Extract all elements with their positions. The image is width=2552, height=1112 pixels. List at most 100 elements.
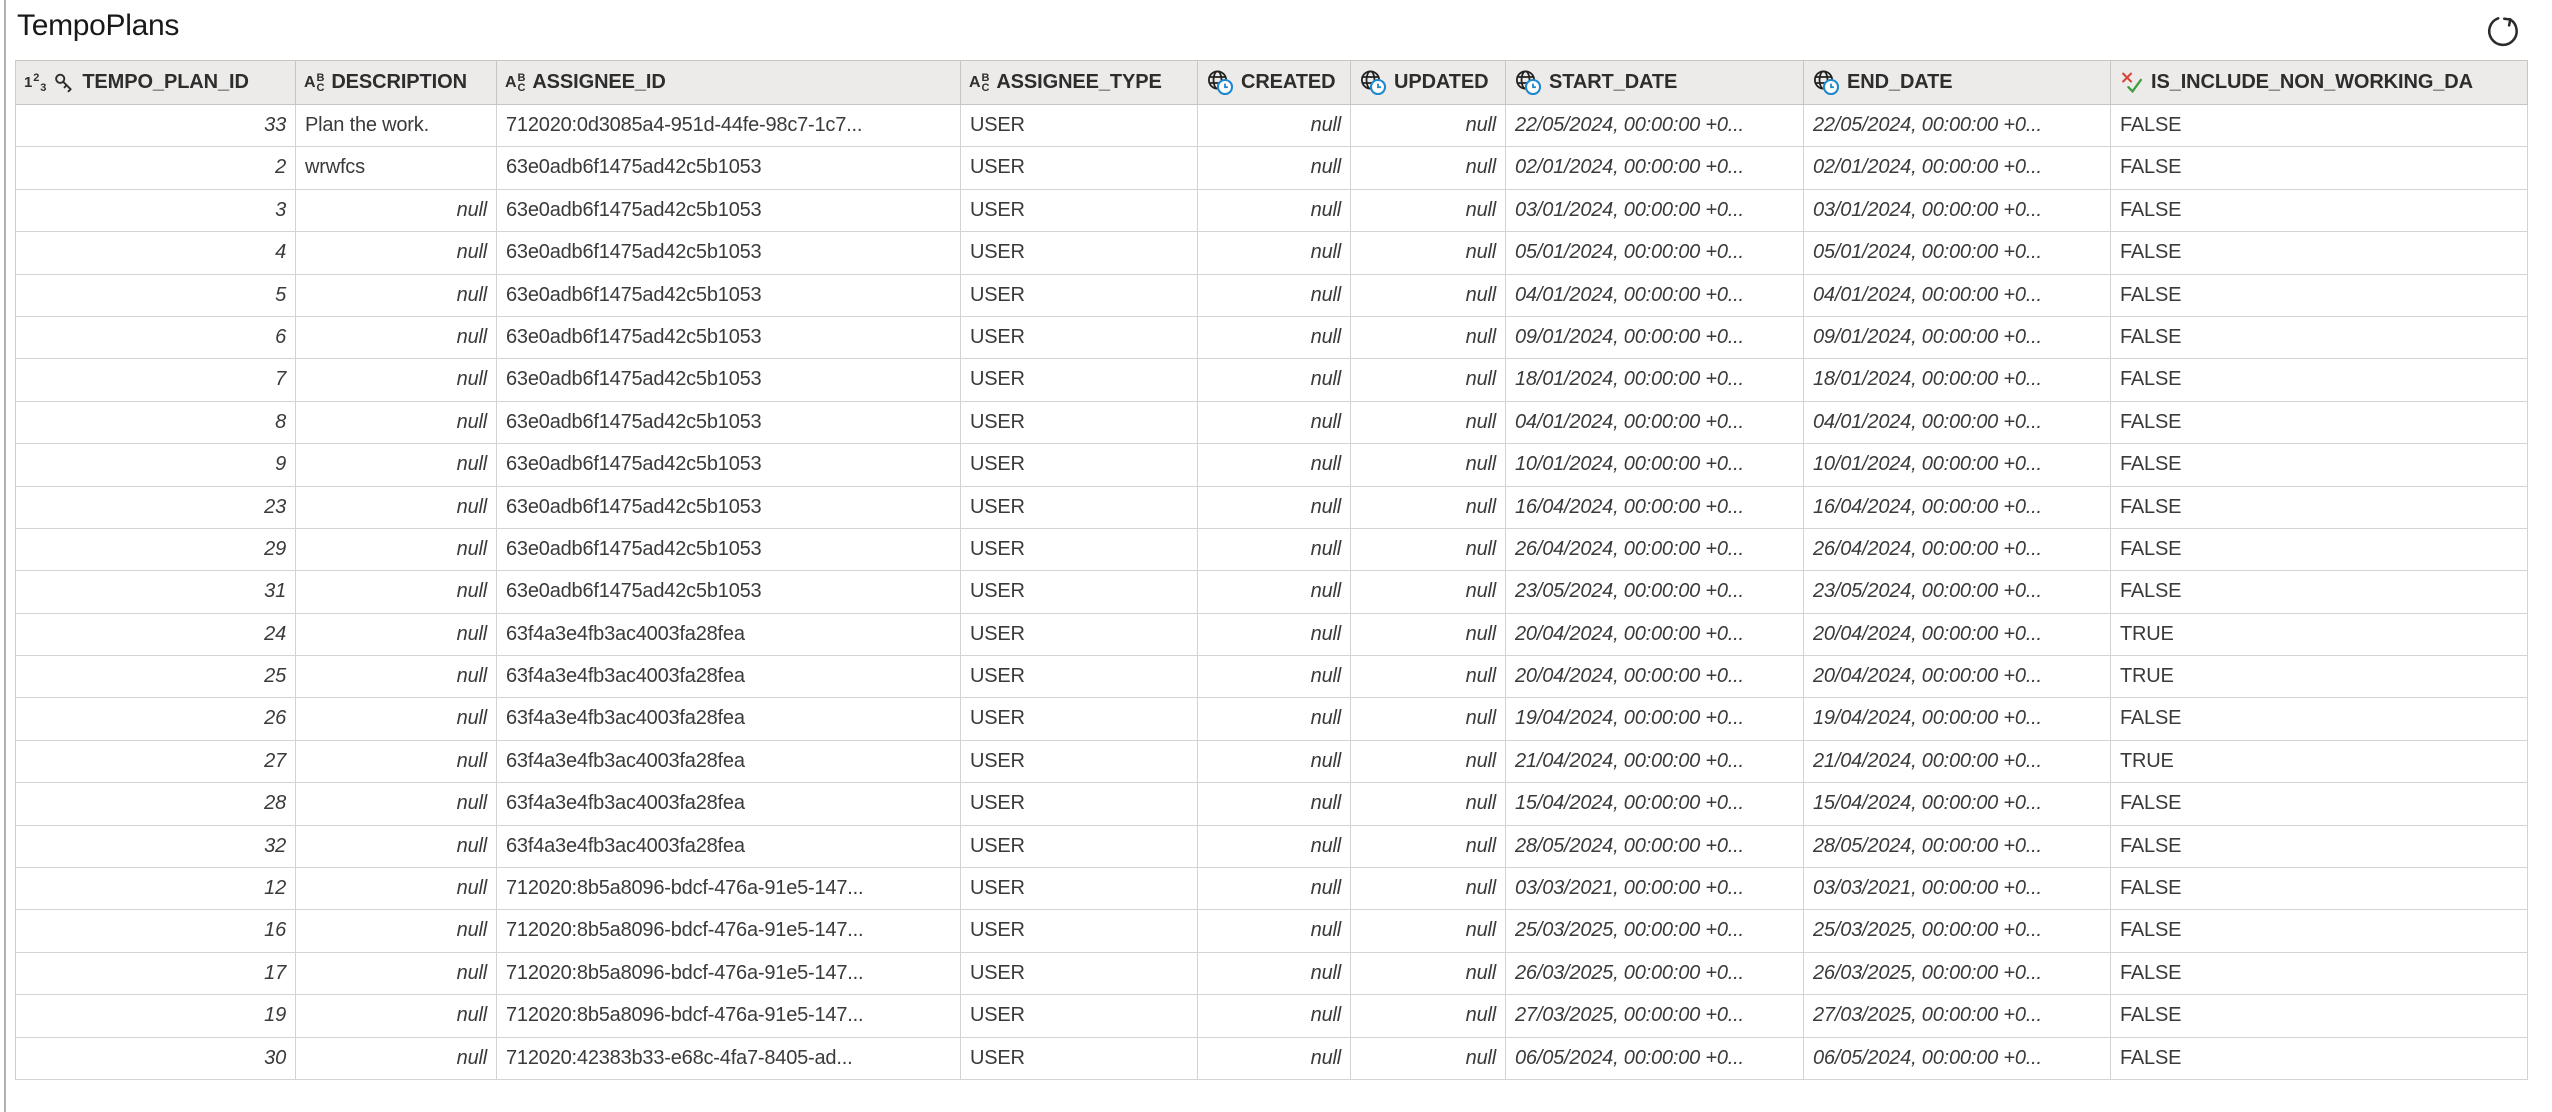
cell-description[interactable]: null — [296, 741, 497, 782]
cell-assignee_type[interactable]: USER — [961, 995, 1198, 1036]
cell-assignee_type[interactable]: USER — [961, 868, 1198, 909]
cell-assignee_id[interactable]: 63e0adb6f1475ad42c5b1053 — [497, 571, 961, 612]
cell-updated[interactable]: null — [1351, 910, 1506, 951]
cell-end_date[interactable]: 21/04/2024, 00:00:00 +0... — [1804, 741, 2111, 782]
cell-updated[interactable]: null — [1351, 147, 1506, 188]
cell-created[interactable]: null — [1198, 487, 1351, 528]
cell-created[interactable]: null — [1198, 995, 1351, 1036]
cell-assignee_id[interactable]: 63f4a3e4fb3ac4003fa28fea — [497, 826, 961, 867]
cell-updated[interactable]: null — [1351, 105, 1506, 146]
cell-tempo_plan_id[interactable]: 7 — [16, 359, 296, 400]
cell-is_include_non_working_da[interactable]: FALSE — [2111, 359, 2528, 400]
cell-assignee_id[interactable]: 712020:0d3085a4-951d-44fe-98c7-1c7... — [497, 105, 961, 146]
cell-assignee_id[interactable]: 712020:8b5a8096-bdcf-476a-91e5-147... — [497, 995, 961, 1036]
cell-tempo_plan_id[interactable]: 9 — [16, 444, 296, 485]
cell-description[interactable]: null — [296, 783, 497, 824]
cell-is_include_non_working_da[interactable]: FALSE — [2111, 444, 2528, 485]
cell-created[interactable]: null — [1198, 741, 1351, 782]
cell-start_date[interactable]: 15/04/2024, 00:00:00 +0... — [1506, 783, 1804, 824]
cell-created[interactable]: null — [1198, 698, 1351, 739]
cell-assignee_id[interactable]: 63e0adb6f1475ad42c5b1053 — [497, 275, 961, 316]
cell-end_date[interactable]: 25/03/2025, 00:00:00 +0... — [1804, 910, 2111, 951]
cell-is_include_non_working_da[interactable]: FALSE — [2111, 826, 2528, 867]
cell-updated[interactable]: null — [1351, 190, 1506, 231]
cell-assignee_id[interactable]: 63e0adb6f1475ad42c5b1053 — [497, 444, 961, 485]
cell-assignee_id[interactable]: 712020:42383b33-e68c-4fa7-8405-ad... — [497, 1038, 961, 1079]
cell-assignee_id[interactable]: 63f4a3e4fb3ac4003fa28fea — [497, 614, 961, 655]
cell-end_date[interactable]: 26/03/2025, 00:00:00 +0... — [1804, 953, 2111, 994]
column-header-is_include_non_working_da[interactable]: IS_INCLUDE_NON_WORKING_DA — [2111, 61, 2528, 104]
cell-is_include_non_working_da[interactable]: FALSE — [2111, 1038, 2528, 1079]
cell-description[interactable]: null — [296, 995, 497, 1036]
cell-is_include_non_working_da[interactable]: TRUE — [2111, 741, 2528, 782]
cell-start_date[interactable]: 03/01/2024, 00:00:00 +0... — [1506, 190, 1804, 231]
cell-is_include_non_working_da[interactable]: FALSE — [2111, 910, 2528, 951]
column-header-start_date[interactable]: START_DATE — [1506, 61, 1804, 104]
column-header-updated[interactable]: UPDATED — [1351, 61, 1506, 104]
cell-assignee_type[interactable]: USER — [961, 317, 1198, 358]
cell-assignee_type[interactable]: USER — [961, 826, 1198, 867]
cell-start_date[interactable]: 04/01/2024, 00:00:00 +0... — [1506, 275, 1804, 316]
cell-assignee_id[interactable]: 712020:8b5a8096-bdcf-476a-91e5-147... — [497, 910, 961, 951]
cell-tempo_plan_id[interactable]: 5 — [16, 275, 296, 316]
cell-assignee_type[interactable]: USER — [961, 105, 1198, 146]
cell-updated[interactable]: null — [1351, 868, 1506, 909]
cell-end_date[interactable]: 27/03/2025, 00:00:00 +0... — [1804, 995, 2111, 1036]
cell-start_date[interactable]: 26/04/2024, 00:00:00 +0... — [1506, 529, 1804, 570]
cell-start_date[interactable]: 02/01/2024, 00:00:00 +0... — [1506, 147, 1804, 188]
cell-created[interactable]: null — [1198, 359, 1351, 400]
cell-tempo_plan_id[interactable]: 28 — [16, 783, 296, 824]
cell-description[interactable]: wrwfcs — [296, 147, 497, 188]
cell-is_include_non_working_da[interactable]: FALSE — [2111, 317, 2528, 358]
cell-is_include_non_working_da[interactable]: TRUE — [2111, 614, 2528, 655]
cell-end_date[interactable]: 20/04/2024, 00:00:00 +0... — [1804, 656, 2111, 697]
cell-created[interactable]: null — [1198, 783, 1351, 824]
cell-created[interactable]: null — [1198, 910, 1351, 951]
cell-assignee_id[interactable]: 63e0adb6f1475ad42c5b1053 — [497, 487, 961, 528]
cell-start_date[interactable]: 10/01/2024, 00:00:00 +0... — [1506, 444, 1804, 485]
cell-end_date[interactable]: 16/04/2024, 00:00:00 +0... — [1804, 487, 2111, 528]
cell-end_date[interactable]: 03/01/2024, 00:00:00 +0... — [1804, 190, 2111, 231]
cell-tempo_plan_id[interactable]: 29 — [16, 529, 296, 570]
cell-end_date[interactable]: 10/01/2024, 00:00:00 +0... — [1804, 444, 2111, 485]
cell-assignee_id[interactable]: 63e0adb6f1475ad42c5b1053 — [497, 147, 961, 188]
cell-start_date[interactable]: 19/04/2024, 00:00:00 +0... — [1506, 698, 1804, 739]
cell-created[interactable]: null — [1198, 147, 1351, 188]
cell-description[interactable]: null — [296, 444, 497, 485]
cell-end_date[interactable]: 18/01/2024, 00:00:00 +0... — [1804, 359, 2111, 400]
cell-updated[interactable]: null — [1351, 444, 1506, 485]
cell-description[interactable]: null — [296, 275, 497, 316]
cell-start_date[interactable]: 16/04/2024, 00:00:00 +0... — [1506, 487, 1804, 528]
cell-updated[interactable]: null — [1351, 402, 1506, 443]
cell-start_date[interactable]: 20/04/2024, 00:00:00 +0... — [1506, 614, 1804, 655]
cell-end_date[interactable]: 28/05/2024, 00:00:00 +0... — [1804, 826, 2111, 867]
cell-description[interactable]: null — [296, 910, 497, 951]
cell-end_date[interactable]: 05/01/2024, 00:00:00 +0... — [1804, 232, 2111, 273]
cell-assignee_id[interactable]: 712020:8b5a8096-bdcf-476a-91e5-147... — [497, 953, 961, 994]
cell-description[interactable]: null — [296, 953, 497, 994]
cell-start_date[interactable]: 09/01/2024, 00:00:00 +0... — [1506, 317, 1804, 358]
cell-description[interactable]: null — [296, 402, 497, 443]
cell-created[interactable]: null — [1198, 571, 1351, 612]
cell-start_date[interactable]: 04/01/2024, 00:00:00 +0... — [1506, 402, 1804, 443]
cell-start_date[interactable]: 18/01/2024, 00:00:00 +0... — [1506, 359, 1804, 400]
cell-is_include_non_working_da[interactable]: FALSE — [2111, 868, 2528, 909]
cell-is_include_non_working_da[interactable]: TRUE — [2111, 656, 2528, 697]
cell-end_date[interactable]: 19/04/2024, 00:00:00 +0... — [1804, 698, 2111, 739]
cell-is_include_non_working_da[interactable]: FALSE — [2111, 232, 2528, 273]
cell-assignee_id[interactable]: 63f4a3e4fb3ac4003fa28fea — [497, 783, 961, 824]
cell-end_date[interactable]: 04/01/2024, 00:00:00 +0... — [1804, 402, 2111, 443]
cell-description[interactable]: null — [296, 826, 497, 867]
cell-start_date[interactable]: 22/05/2024, 00:00:00 +0... — [1506, 105, 1804, 146]
cell-assignee_id[interactable]: 63f4a3e4fb3ac4003fa28fea — [497, 698, 961, 739]
cell-start_date[interactable]: 23/05/2024, 00:00:00 +0... — [1506, 571, 1804, 612]
cell-start_date[interactable]: 20/04/2024, 00:00:00 +0... — [1506, 656, 1804, 697]
cell-description[interactable]: null — [296, 487, 497, 528]
cell-assignee_type[interactable]: USER — [961, 529, 1198, 570]
cell-created[interactable]: null — [1198, 402, 1351, 443]
cell-updated[interactable]: null — [1351, 1038, 1506, 1079]
cell-is_include_non_working_da[interactable]: FALSE — [2111, 783, 2528, 824]
cell-assignee_id[interactable]: 63f4a3e4fb3ac4003fa28fea — [497, 656, 961, 697]
cell-is_include_non_working_da[interactable]: FALSE — [2111, 698, 2528, 739]
cell-is_include_non_working_da[interactable]: FALSE — [2111, 995, 2528, 1036]
